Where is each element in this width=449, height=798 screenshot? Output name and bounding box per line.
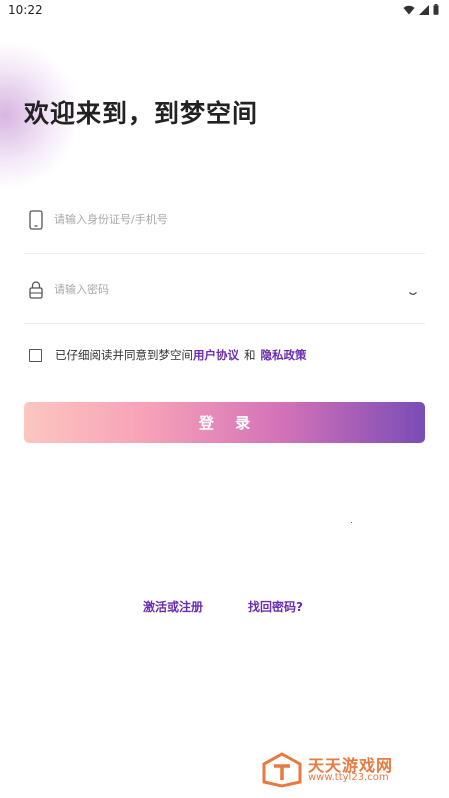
login-button[interactable]: 登 录: [24, 402, 425, 443]
status-bar: 10:22: [0, 0, 449, 22]
watermark-logo-icon: [262, 752, 302, 788]
password-input[interactable]: [54, 279, 394, 299]
watermark: 天天游戏网 www.ttyl23.com: [262, 752, 442, 792]
phone-icon: [29, 210, 43, 230]
signal-icon: [419, 4, 429, 15]
agreement-row: 已仔细阅读并同意到梦空间 用户协议 和 隐私政策: [29, 346, 307, 364]
watermark-url: www.ttyl23.com: [308, 772, 389, 783]
login-screen: 10:22 欢迎来到，到梦空间 请输入身份证号/手机号 已仔细阅读并同意到梦空间…: [0, 0, 449, 798]
id-input[interactable]: [54, 209, 394, 229]
lock-icon: [29, 281, 43, 299]
privacy-policy-link[interactable]: 隐私政策: [261, 347, 307, 363]
agreement-text: 已仔细阅读并同意到梦空间: [55, 348, 193, 362]
stray-dot: [351, 522, 352, 523]
forgot-password-link[interactable]: 找回密码?: [248, 598, 303, 615]
agreement-and-text: 和: [244, 348, 256, 362]
battery-icon: [433, 4, 439, 15]
register-link[interactable]: 激活或注册: [143, 598, 203, 615]
agreement-checkbox[interactable]: [29, 348, 42, 362]
user-agreement-link[interactable]: 用户协议: [193, 347, 239, 363]
id-field[interactable]: [24, 185, 425, 254]
password-field[interactable]: [24, 255, 425, 324]
status-time: 10:22: [8, 3, 43, 17]
status-icons: [403, 4, 439, 15]
wifi-icon: [403, 5, 415, 14]
password-visibility-icon[interactable]: [409, 291, 417, 297]
welcome-title: 欢迎来到，到梦空间: [24, 99, 259, 128]
